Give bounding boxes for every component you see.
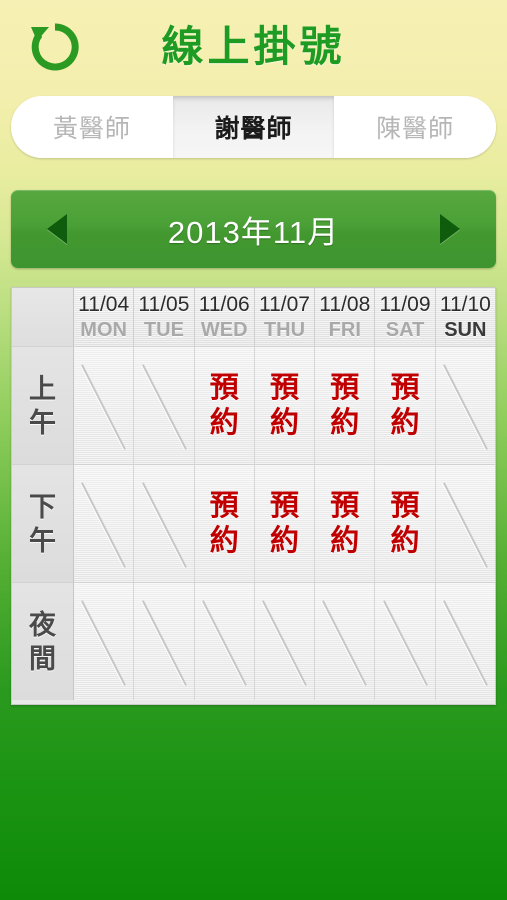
booking-char-top: 預 [209,489,239,522]
booking-char-top: 預 [390,371,420,404]
table-corner-cell [12,288,74,346]
row-label-char-top: 夜 [29,609,56,640]
table-header-cell-thu: 11/07 THU [254,288,316,346]
table-header-row: 11/04 MON 11/05 TUE 11/06 WED 11/07 THU … [12,288,495,346]
booking-char-bottom: 約 [330,524,360,557]
booking-label[interactable]: 預 約 [315,347,374,464]
triangle-left-icon [47,214,67,244]
triangle-right-icon [440,214,460,244]
slot-afternoon-fri[interactable]: 預 約 [315,464,376,582]
booking-char-bottom: 約 [269,524,299,557]
table-header-cell-tue: 11/05 TUE [134,288,195,346]
booking-char-bottom: 約 [209,406,239,439]
table-header-cell-sun: 11/10 SUN [435,288,495,346]
row-label-char-bottom: 午 [29,525,56,556]
header-date: 11/07 [258,293,310,316]
header-date: 11/06 [198,293,250,316]
booking-label[interactable]: 預 約 [255,465,314,582]
slot-morning-fri[interactable]: 預 約 [315,346,376,464]
table-row-afternoon: 下 午 預 約 預 約 預 約 預 約 [12,464,495,582]
row-label-char-top: 下 [29,491,56,522]
row-label-afternoon: 下 午 [12,464,74,582]
slot-afternoon-mon [74,464,135,582]
booking-char-top: 預 [330,371,360,404]
header-date: 11/09 [379,293,431,316]
slot-evening-sun [435,582,495,700]
header-date: 11/04 [78,293,130,316]
tab-doctor-huang[interactable]: 黃醫師 [11,96,173,158]
booking-char-top: 預 [269,371,299,404]
row-label-char-bottom: 間 [29,643,56,674]
header-date: 11/05 [138,293,190,316]
header-date: 11/08 [319,293,371,316]
booking-char-top: 預 [330,489,360,522]
slot-evening-sat [375,582,436,700]
row-label-char-top: 上 [29,373,56,404]
table-row-morning: 上 午 預 約 預 約 預 約 預 約 [12,346,495,464]
next-month-button[interactable] [428,207,472,251]
booking-char-bottom: 約 [390,524,420,557]
month-navigation-bar: 2013年11月 [11,190,496,268]
header-weekday: SAT [385,319,425,341]
slot-evening-mon [74,582,135,700]
booking-label[interactable]: 預 約 [375,347,434,464]
slot-evening-wed [194,582,255,700]
tab-doctor-chen[interactable]: 陳醫師 [334,96,496,158]
row-label-morning: 上 午 [12,346,74,464]
slot-morning-wed[interactable]: 預 約 [194,346,255,464]
page-title: 線上掛號 [161,23,346,70]
header-weekday: THU [263,319,306,341]
slot-evening-fri [315,582,376,700]
header-weekday: FRI [328,319,361,341]
booking-label[interactable]: 預 約 [255,347,314,464]
prev-month-button[interactable] [35,207,79,251]
booking-char-bottom: 約 [390,406,420,439]
booking-label[interactable]: 預 約 [195,347,254,464]
table-header-cell-fri: 11/08 FRI [315,288,376,346]
tab-doctor-xie[interactable]: 謝醫師 [172,96,335,158]
slot-afternoon-tue [134,464,195,582]
table-header-cell-mon: 11/04 MON [74,288,135,346]
booking-char-top: 預 [390,489,420,522]
booking-label[interactable]: 預 約 [375,465,434,582]
slot-morning-sun [435,346,495,464]
slot-morning-tue [134,346,195,464]
booking-char-top: 預 [209,371,239,404]
header-weekday: WED [200,319,248,341]
header-weekday: MON [80,319,127,341]
header-weekday: SUN [444,319,487,341]
month-label: 2013年11月 [167,214,340,250]
slot-afternoon-wed[interactable]: 預 約 [194,464,255,582]
slot-afternoon-sun [435,464,495,582]
schedule-table: 11/04 MON 11/05 TUE 11/06 WED 11/07 THU … [11,287,496,705]
table-row-evening: 夜 間 [12,582,495,700]
slot-evening-thu [254,582,316,700]
slot-afternoon-sat[interactable]: 預 約 [375,464,436,582]
slot-evening-tue [134,582,195,700]
row-label-evening: 夜 間 [12,582,74,700]
table-header-cell-sat: 11/09 SAT [375,288,436,346]
header-weekday: TUE [143,319,184,341]
slot-morning-sat[interactable]: 預 約 [375,346,436,464]
booking-char-bottom: 約 [209,524,239,557]
booking-label[interactable]: 預 約 [195,465,254,582]
header-date: 11/10 [439,293,491,316]
booking-label[interactable]: 預 約 [315,465,374,582]
doctor-tab-bar: 黃醫師 謝醫師 陳醫師 [11,96,496,158]
app-header: 線上掛號 [0,0,507,92]
row-label-char-bottom: 午 [29,407,56,438]
booking-char-top: 預 [269,489,299,522]
slot-morning-thu[interactable]: 預 約 [254,346,316,464]
table-header-cell-wed: 11/06 WED [194,288,255,346]
slot-afternoon-thu[interactable]: 預 約 [254,464,316,582]
booking-char-bottom: 約 [330,406,360,439]
booking-char-bottom: 約 [269,406,299,439]
slot-morning-mon [74,346,135,464]
